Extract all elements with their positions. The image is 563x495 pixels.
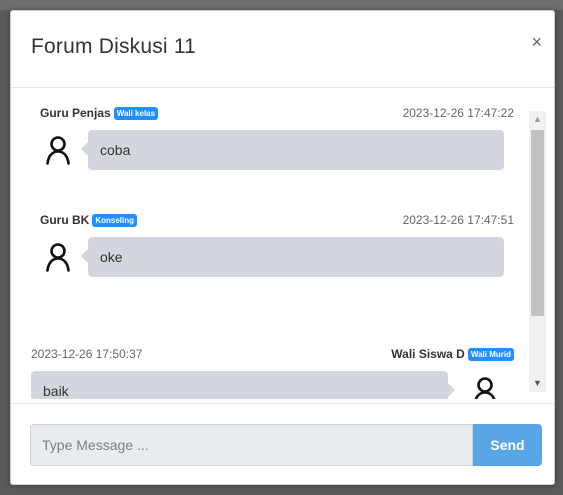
message-timestamp: 2023-12-26 17:50:37: [31, 347, 143, 361]
author-name: Guru BK: [40, 213, 90, 227]
message-body: baik: [31, 371, 514, 399]
user-icon: [45, 135, 71, 165]
message-bubble: baik: [31, 371, 455, 399]
message-author: Wali Siswa D Wali Murid: [391, 347, 514, 361]
message-meta: Guru BK Konseling 2023-12-26 17:47:51: [31, 213, 514, 235]
message-bubble: coba: [81, 130, 504, 170]
close-icon[interactable]: ×: [531, 33, 542, 51]
role-badge: Konseling: [92, 214, 138, 227]
forum-modal: Forum Diskusi 11 × Guru Penjas Wali kelas…: [10, 10, 555, 485]
user-icon: [472, 376, 498, 399]
chat-message: Guru BK Konseling 2023-12-26 17:47:51 oke: [31, 213, 514, 283]
author-name: Guru Penjas: [40, 106, 111, 120]
modal-header: Forum Diskusi 11 ×: [11, 11, 554, 88]
message-body: oke: [31, 237, 514, 283]
scroll-up-arrow-icon[interactable]: ▲: [529, 111, 546, 128]
role-badge: Wali kelas: [113, 107, 159, 120]
message-body: coba: [31, 130, 514, 176]
user-icon: [45, 242, 71, 272]
message-author: Guru Penjas Wali kelas: [40, 106, 159, 120]
scroll-thumb[interactable]: [531, 130, 544, 316]
message-meta: Guru Penjas Wali kelas 2023-12-26 17:47:2…: [31, 106, 514, 128]
chat-scrollbar[interactable]: ▲ ▼: [529, 111, 546, 392]
chat-message: 2023-12-26 17:50:37 Wali Siswa D Wali Mur…: [31, 347, 514, 399]
message-bubble: oke: [81, 237, 504, 277]
author-name: Wali Siswa D: [391, 347, 465, 361]
chat-message: Guru Penjas Wali kelas 2023-12-26 17:47:2…: [31, 106, 514, 176]
message-timestamp: 2023-12-26 17:47:22: [402, 106, 514, 120]
role-badge: Wali Murid: [467, 348, 514, 361]
message-input[interactable]: [30, 424, 473, 466]
page-backdrop: [0, 0, 563, 10]
scroll-down-arrow-icon[interactable]: ▼: [529, 375, 546, 392]
message-meta: 2023-12-26 17:50:37 Wali Siswa D Wali Mur…: [31, 347, 514, 369]
modal-title: Forum Diskusi 11: [31, 35, 197, 58]
modal-footer: Send: [11, 403, 554, 484]
chat-messages: Guru Penjas Wali kelas 2023-12-26 17:47:2…: [31, 106, 548, 399]
message-timestamp: 2023-12-26 17:47:51: [402, 213, 514, 227]
message-author: Guru BK Konseling: [40, 213, 138, 227]
send-button[interactable]: Send: [473, 424, 542, 466]
